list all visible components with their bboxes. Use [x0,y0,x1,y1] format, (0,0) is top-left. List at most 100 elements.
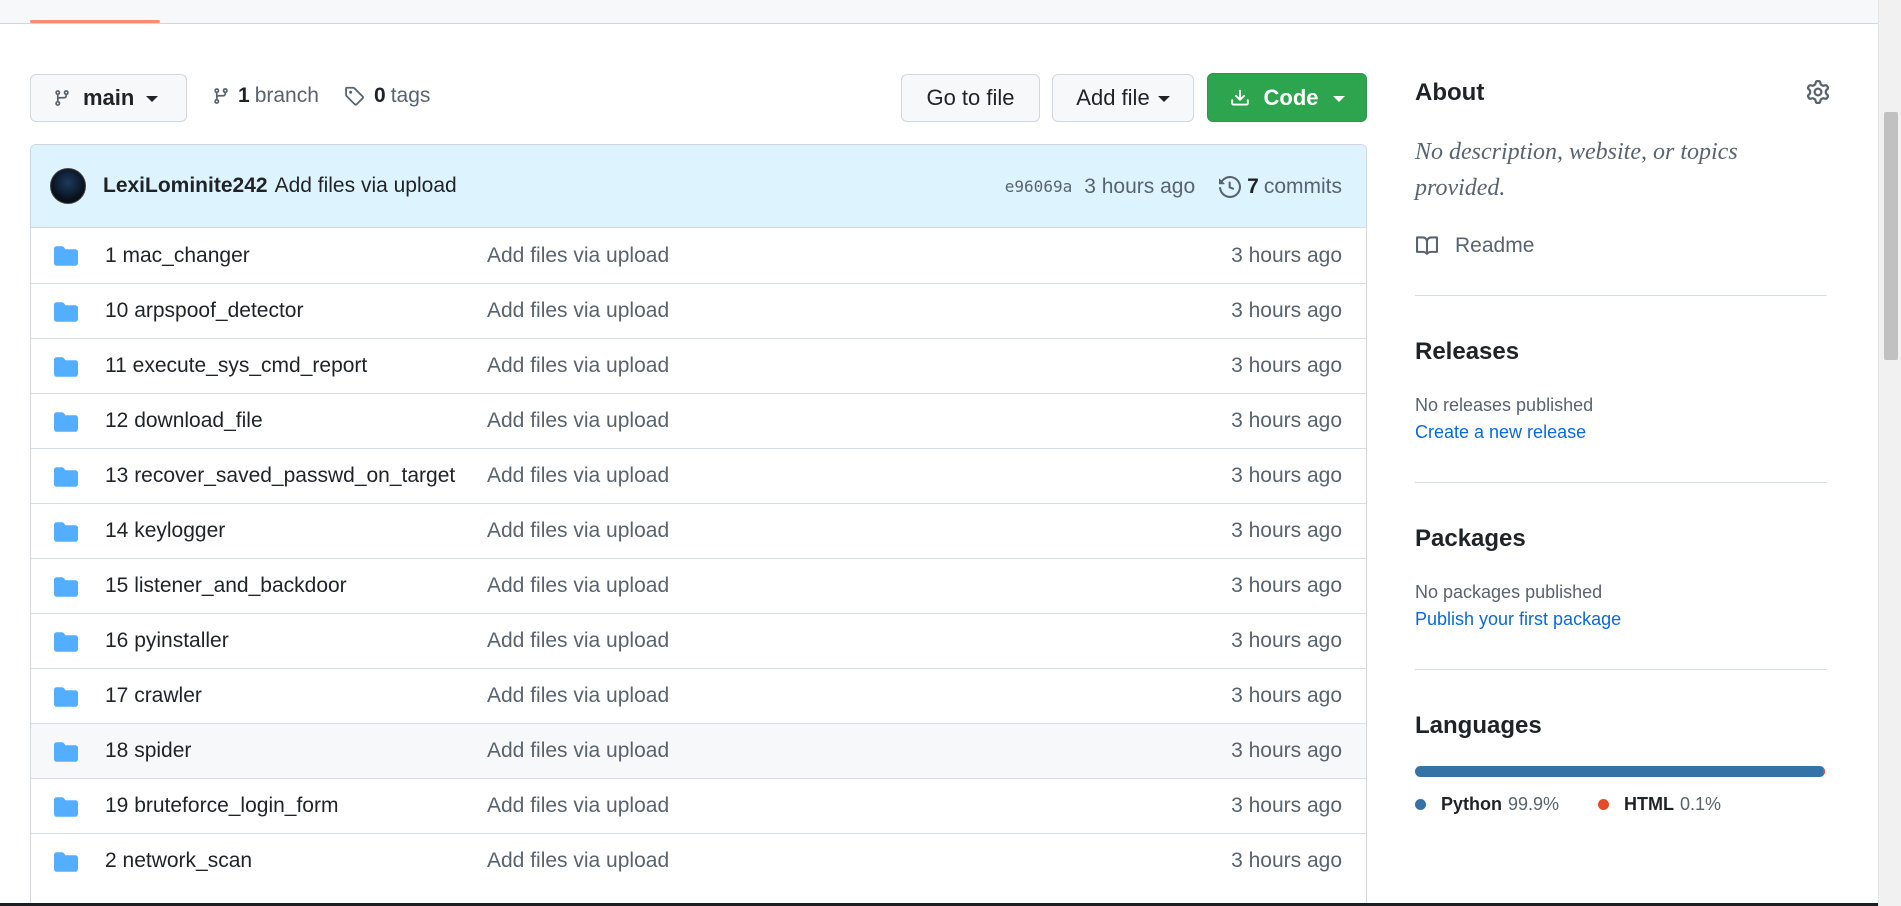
packages-heading[interactable]: Packages [1415,525,1526,553]
about-description: No description, website, or topics provi… [1415,139,1738,201]
table-row[interactable]: 14 keylogger Add files via upload 3 hour… [31,503,1366,558]
folder-icon [54,412,78,432]
folder-icon [54,302,78,322]
file-commit-message[interactable]: Add files via upload [487,409,669,433]
file-commit-time: 3 hours ago [1231,519,1342,542]
file-commit-message[interactable]: Add files via upload [487,354,669,378]
file-commit-time: 3 hours ago [1231,299,1342,322]
table-row[interactable]: 19 bruteforce_login_form Add files via u… [31,778,1366,833]
releases-empty-text: No releases published [1415,395,1594,415]
file-name-link[interactable]: 17 crawler [105,684,202,708]
table-row[interactable]: 11 execute_sys_cmd_report Add files via … [31,338,1366,393]
language-percent: 99.9% [1508,794,1560,814]
table-row[interactable]: 16 pyinstaller Add files via upload 3 ho… [31,613,1366,668]
about-heading: About [1415,79,1485,106]
file-commit-time: 3 hours ago [1231,243,1342,267]
file-commit-time: 3 hours ago [1231,684,1342,707]
file-commit-time: 3 hours ago [1231,629,1342,652]
folder-icon [54,522,78,542]
file-commit-message[interactable]: Add files via upload [487,684,669,708]
file-name-link[interactable]: 15 listener_and_backdoor [105,574,347,598]
file-commit-message[interactable]: Add files via upload [487,244,669,268]
download-icon [1230,89,1249,105]
tags-link[interactable]: 0 tags [344,84,430,108]
table-row[interactable]: 17 crawler Add files via upload 3 hours … [31,668,1366,723]
chevron-down-icon [146,96,159,102]
folder-icon [54,577,78,597]
table-row[interactable]: 18 spider Add files via upload 3 hours a… [31,723,1366,778]
folder-icon [54,687,78,707]
latest-commit-bar: LexiLominite242 Add files via upload e96… [31,145,1366,228]
git-branch-icon [55,90,69,106]
create-release-link[interactable]: Create a new release [1415,422,1586,443]
file-commit-message[interactable]: Add files via upload [487,519,669,543]
divider [1415,295,1827,296]
file-table: LexiLominite242 Add files via upload e96… [30,144,1367,906]
code-button[interactable]: Code [1207,73,1367,122]
publish-package-link[interactable]: Publish your first package [1415,609,1621,630]
file-commit-time: 3 hours ago [1231,464,1342,487]
table-row[interactable]: 1 mac_changer Add files via upload 3 hou… [31,228,1366,283]
add-file-button[interactable]: Add file [1052,74,1194,122]
releases-heading[interactable]: Releases [1415,338,1519,366]
file-commit-message[interactable]: Add files via upload [487,299,669,323]
folder-icon [54,467,78,487]
book-icon [1416,236,1439,255]
folder-icon [54,357,78,377]
gear-icon[interactable] [1806,80,1830,104]
commit-message-link[interactable]: Add files via upload [275,174,457,198]
avatar[interactable] [50,168,86,204]
code-label: Code [1263,84,1319,110]
tag-icon [345,86,364,106]
vertical-scrollbar[interactable] [1878,0,1901,906]
readme-link[interactable]: Readme [1415,234,1534,258]
branches-link[interactable]: 1 branch [212,84,319,108]
file-list: 1 mac_changer Add files via upload 3 hou… [31,228,1366,888]
file-commit-message[interactable]: Add files via upload [487,849,669,873]
table-row[interactable]: 10 arpspoof_detector Add files via uploa… [31,283,1366,338]
language-html[interactable]: HTML 0.1% [1598,794,1721,815]
commits-label: commits [1263,174,1342,198]
file-name-link[interactable]: 14 keylogger [105,519,225,543]
commit-sha-link[interactable]: e96069a [1005,177,1072,196]
file-name-link[interactable]: 16 pyinstaller [105,629,229,653]
branch-selector-button[interactable]: main [30,74,187,122]
table-row[interactable]: 13 recover_saved_passwd_on_target Add fi… [31,448,1366,503]
file-commit-message[interactable]: Add files via upload [487,464,669,488]
history-icon [1219,175,1242,198]
folder-icon [54,632,78,652]
folder-icon [54,742,78,762]
git-branch-icon [214,88,228,104]
file-name-link[interactable]: 2 network_scan [105,849,252,873]
table-row[interactable]: 12 download_file Add files via upload 3 … [31,393,1366,448]
add-file-label: Add file [1076,85,1150,110]
file-commit-time: 3 hours ago [1231,794,1342,817]
file-name-link[interactable]: 13 recover_saved_passwd_on_target [105,464,455,488]
language-python[interactable]: Python 99.9% [1415,794,1559,815]
file-name-link[interactable]: 12 download_file [105,409,263,433]
go-to-file-button[interactable]: Go to file [901,74,1040,122]
table-row[interactable]: 15 listener_and_backdoor Add files via u… [31,558,1366,613]
file-name-link[interactable]: 18 spider [105,739,191,763]
file-commit-time: 3 hours ago [1231,354,1342,377]
commit-meta: e96069a 3 hours ago 7 commits [1005,145,1342,228]
file-commit-time: 3 hours ago [1231,739,1342,762]
scrollbar-thumb[interactable] [1884,112,1898,360]
branch-count: 1 [238,84,250,107]
packages-empty-text: No packages published [1415,582,1603,602]
file-commit-message[interactable]: Add files via upload [487,629,669,653]
commit-author-link[interactable]: LexiLominite242 [103,174,268,198]
file-commit-message[interactable]: Add files via upload [487,739,669,763]
file-name-link[interactable]: 1 mac_changer [105,244,250,268]
tag-count-label: tags [390,84,431,107]
commits-history-link[interactable]: 7 commits [1219,175,1342,199]
table-row[interactable]: 2 network_scan Add files via upload 3 ho… [31,833,1366,888]
file-commit-message[interactable]: Add files via upload [487,794,669,818]
file-name-link[interactable]: 19 bruteforce_login_form [105,794,338,818]
folder-icon [54,852,78,872]
language-percent: 0.1% [1679,794,1722,814]
file-name-link[interactable]: 11 execute_sys_cmd_report [105,354,367,378]
file-commit-message[interactable]: Add files via upload [487,574,669,598]
file-commit-time: 3 hours ago [1231,574,1342,597]
file-name-link[interactable]: 10 arpspoof_detector [105,299,303,323]
